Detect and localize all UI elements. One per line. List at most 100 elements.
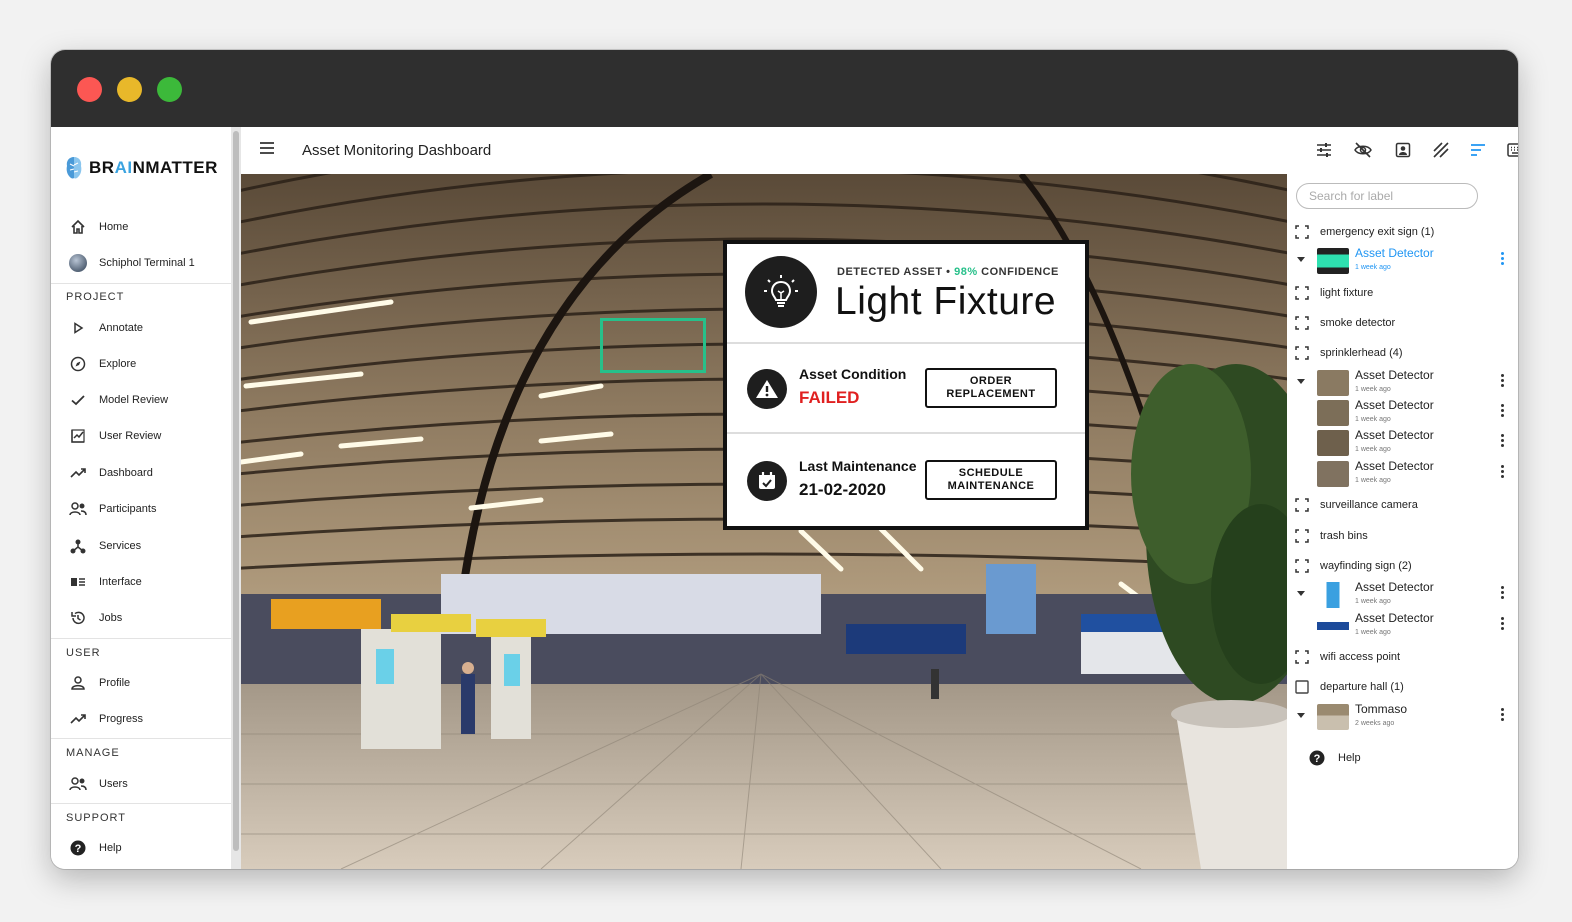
sidebar-item-label: Jobs: [99, 612, 123, 624]
sidebar-item-home[interactable]: Home: [51, 212, 231, 242]
network-icon: [68, 536, 88, 556]
caret-down-icon[interactable]: [1297, 257, 1305, 262]
sidebar-item-participants[interactable]: Participants: [51, 494, 231, 524]
label-row-departure-hall[interactable]: departure hall (1): [1287, 676, 1518, 698]
label-row-surveillance-camera[interactable]: surveillance camera: [1287, 494, 1518, 516]
scrollbar-thumb[interactable]: [233, 131, 239, 851]
compass-icon: [68, 354, 88, 374]
detection-bounding-box[interactable]: [600, 318, 706, 373]
label-row-emergency-exit-sign[interactable]: emergency exit sign (1): [1287, 221, 1518, 243]
detector-name: Asset Detector: [1355, 428, 1434, 442]
sidebar-item-jobs[interactable]: Jobs: [51, 603, 231, 633]
play-icon: [68, 318, 88, 338]
svg-text:?: ?: [1314, 753, 1321, 765]
sidebar-item-explore[interactable]: Explore: [51, 349, 231, 379]
divider: [51, 803, 231, 804]
more-vert-icon[interactable]: [1500, 465, 1506, 481]
label-row-light-fixture[interactable]: light fixture: [1287, 282, 1518, 304]
confidence-suffix: CONFIDENCE: [977, 266, 1059, 278]
sidebar-item-services[interactable]: Services: [51, 531, 231, 561]
checkbox-icon[interactable]: [1295, 680, 1309, 694]
detection-row[interactable]: Asset Detector 1 week ago: [1287, 398, 1518, 428]
detection-thumbnail: [1317, 461, 1349, 487]
help-label: Help: [1338, 752, 1361, 764]
portrait-icon[interactable]: [1392, 139, 1414, 161]
menu-icon[interactable]: [259, 141, 279, 159]
asset-condition-row: Asset Condition FAILED ORDER REPLACEMENT: [727, 344, 1085, 434]
bounding-box-icon: [1295, 498, 1309, 512]
bounding-box-icon: [1295, 286, 1309, 300]
detection-row[interactable]: Asset Detector 1 week ago: [1287, 428, 1518, 458]
sidebar-item-annotate[interactable]: Annotate: [51, 313, 231, 343]
minimize-window-button[interactable]: [117, 77, 142, 102]
more-vert-icon[interactable]: [1500, 252, 1506, 268]
caret-down-icon[interactable]: [1297, 591, 1305, 596]
sidebar-item-user-review[interactable]: User Review: [51, 421, 231, 451]
caret-down-icon[interactable]: [1297, 713, 1305, 718]
sidebar-item-model-review[interactable]: Model Review: [51, 385, 231, 415]
more-vert-icon[interactable]: [1500, 404, 1506, 420]
svg-text:?: ?: [75, 843, 82, 855]
schedule-maintenance-button[interactable]: SCHEDULE MAINTENANCE: [925, 460, 1057, 500]
detection-row[interactable]: Asset Detector 1 week ago: [1287, 459, 1518, 489]
detection-thumbnail: [1317, 430, 1349, 456]
more-vert-icon[interactable]: [1500, 434, 1506, 450]
sidebar-item-label: Annotate: [99, 322, 144, 334]
label-row-trash-bins[interactable]: trash bins: [1287, 525, 1518, 547]
sidebar-scrollbar[interactable]: [231, 127, 241, 869]
order-replacement-button[interactable]: ORDER REPLACEMENT: [925, 368, 1057, 408]
help-icon: ?: [68, 838, 88, 858]
label-row-wayfinding-sign[interactable]: wayfinding sign (2): [1287, 555, 1518, 577]
label-text: surveillance camera: [1320, 499, 1418, 511]
hatch-icon[interactable]: [1430, 139, 1452, 161]
panel-help-link[interactable]: ? Help: [1309, 750, 1361, 766]
detected-asset-caption: DETECTED ASSET • 98% CONFIDENCE: [837, 266, 1059, 278]
sidebar-item-label: Profile: [99, 677, 131, 689]
bounding-box-icon: [1295, 529, 1309, 543]
lightbulb-icon: [745, 256, 817, 328]
sidebar-item-help[interactable]: ? Help: [51, 833, 231, 863]
detection-row[interactable]: Tommaso 2 weeks ago: [1287, 702, 1518, 732]
eye-off-icon[interactable]: [1352, 139, 1374, 161]
detection-thumbnail: [1317, 248, 1349, 274]
divider: [51, 738, 231, 739]
detection-row[interactable]: Asset Detector 1 week ago: [1287, 611, 1518, 641]
keyboard-icon[interactable]: [1505, 139, 1518, 161]
sidebar-item-project[interactable]: Schiphol Terminal 1: [51, 248, 231, 278]
label-search-input[interactable]: [1296, 183, 1478, 209]
detector-name: Asset Detector: [1355, 611, 1434, 625]
detection-thumbnail: [1317, 582, 1349, 608]
label-row-wifi-access-point[interactable]: wifi access point: [1287, 646, 1518, 668]
detection-row[interactable]: Asset Detector 1 week ago: [1287, 580, 1518, 610]
label-row-sprinklerhead[interactable]: sprinklerhead (4): [1287, 342, 1518, 364]
sort-icon[interactable]: [1467, 139, 1489, 161]
maximize-window-button[interactable]: [157, 77, 182, 102]
more-vert-icon[interactable]: [1500, 617, 1506, 633]
label-row-smoke-detector[interactable]: smoke detector: [1287, 312, 1518, 334]
sidebar-item-dashboard[interactable]: Dashboard: [51, 458, 231, 488]
more-vert-icon[interactable]: [1500, 374, 1506, 390]
app-window: BRAINMATTER Home Schiphol Terminal 1 PRO…: [51, 50, 1518, 869]
sidebar-item-interface[interactable]: Interface: [51, 567, 231, 597]
logo[interactable]: BRAINMATTER: [65, 155, 218, 181]
detected-prefix: DETECTED ASSET •: [837, 266, 955, 278]
detection-row[interactable]: Asset Detector 1 week ago: [1287, 246, 1518, 276]
sidebar-item-label: Interface: [99, 576, 142, 588]
more-vert-icon[interactable]: [1500, 586, 1506, 602]
more-vert-icon[interactable]: [1500, 708, 1506, 724]
detection-row[interactable]: Asset Detector 1 week ago: [1287, 368, 1518, 398]
brain-logo-icon: [66, 157, 82, 179]
caret-down-icon[interactable]: [1297, 379, 1305, 384]
confidence-value: 98%: [954, 266, 978, 278]
detection-time: 1 week ago: [1355, 598, 1391, 605]
close-window-button[interactable]: [77, 77, 102, 102]
logo-text: BRAINMATTER: [89, 158, 218, 177]
sidebar-item-profile[interactable]: Profile: [51, 668, 231, 698]
sliders-icon[interactable]: [1313, 139, 1335, 161]
sidebar-item-progress[interactable]: Progress: [51, 704, 231, 734]
label-text: wifi access point: [1320, 651, 1401, 663]
sidebar-item-users[interactable]: Users: [51, 769, 231, 799]
labels-panel: emergency exit sign (1) Asset Detector 1…: [1287, 174, 1518, 869]
sidebar-item-label: User Review: [99, 430, 162, 442]
panorama-viewer[interactable]: DETECTED ASSET • 98% CONFIDENCE Light Fi…: [241, 174, 1287, 869]
